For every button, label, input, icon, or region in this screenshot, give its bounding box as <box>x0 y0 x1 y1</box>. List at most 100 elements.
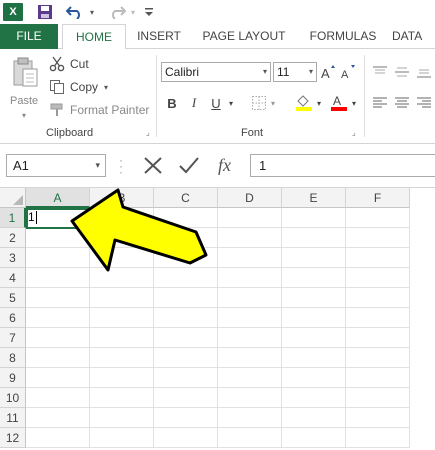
cell-f8[interactable] <box>346 348 410 368</box>
cell-d10[interactable] <box>218 388 282 408</box>
cell-d5[interactable] <box>218 288 282 308</box>
cell-a4[interactable] <box>26 268 90 288</box>
font-size-select[interactable]: 11 ▾ <box>273 62 317 82</box>
cell-c5[interactable] <box>154 288 218 308</box>
cell-f6[interactable] <box>346 308 410 328</box>
cell-a10[interactable] <box>26 388 90 408</box>
tab-file[interactable]: FILE <box>0 24 58 49</box>
align-bottom-icon[interactable] <box>416 63 432 81</box>
redo-icon[interactable] <box>106 3 128 21</box>
cell-b6[interactable] <box>90 308 154 328</box>
tab-insert[interactable]: INSERT <box>130 24 188 49</box>
font-name-select[interactable]: Calibri ▾ <box>161 62 271 82</box>
row-header-1[interactable]: 1 <box>0 208 26 228</box>
align-right-icon[interactable] <box>416 94 432 112</box>
cell-c11[interactable] <box>154 408 218 428</box>
customize-qat-icon[interactable] <box>143 3 155 21</box>
row-header-3[interactable]: 3 <box>0 248 26 268</box>
row-header-4[interactable]: 4 <box>0 268 26 288</box>
cell-e12[interactable] <box>282 428 346 448</box>
align-left-icon[interactable] <box>372 94 388 112</box>
row-header-10[interactable]: 10 <box>0 388 26 408</box>
cell-a6[interactable] <box>26 308 90 328</box>
insert-function-button[interactable]: fx <box>218 154 244 177</box>
paste-dropdown-icon[interactable]: ▾ <box>22 111 26 120</box>
cell-b2[interactable] <box>90 228 154 248</box>
cell-d1[interactable] <box>218 208 282 228</box>
cell-d2[interactable] <box>218 228 282 248</box>
undo-dropdown-icon[interactable]: ▾ <box>87 3 97 21</box>
cell-f9[interactable] <box>346 368 410 388</box>
cell-e8[interactable] <box>282 348 346 368</box>
column-header-b[interactable]: B <box>90 188 154 208</box>
confirm-entry-icon[interactable] <box>179 157 199 174</box>
borders-dropdown-icon[interactable]: ▾ <box>268 94 278 112</box>
cell-b9[interactable] <box>90 368 154 388</box>
column-header-c[interactable]: C <box>154 188 218 208</box>
font-color-dropdown-icon[interactable]: ▾ <box>349 94 359 112</box>
undo-icon[interactable] <box>64 3 86 21</box>
row-header-8[interactable]: 8 <box>0 348 26 368</box>
tab-formulas[interactable]: FORMULAS <box>303 24 383 49</box>
cell-a5[interactable] <box>26 288 90 308</box>
paste-button[interactable]: Paste ▾ <box>6 55 44 121</box>
cell-c2[interactable] <box>154 228 218 248</box>
formula-input[interactable]: 1 <box>250 154 435 177</box>
row-header-7[interactable]: 7 <box>0 328 26 348</box>
column-header-f[interactable]: F <box>346 188 410 208</box>
name-box[interactable]: A1 ▾ <box>6 154 106 177</box>
cell-d9[interactable] <box>218 368 282 388</box>
clipboard-launcher-icon[interactable]: ⌟ <box>146 129 154 137</box>
cell-c7[interactable] <box>154 328 218 348</box>
cell-a3[interactable] <box>26 248 90 268</box>
cell-f3[interactable] <box>346 248 410 268</box>
tab-data[interactable]: DATA <box>392 24 435 49</box>
font-color-icon[interactable]: A <box>330 93 348 111</box>
cell-c4[interactable] <box>154 268 218 288</box>
tab-page-layout[interactable]: PAGE LAYOUT <box>196 24 292 49</box>
cell-a8[interactable] <box>26 348 90 368</box>
cell-c3[interactable] <box>154 248 218 268</box>
cell-b11[interactable] <box>90 408 154 428</box>
cell-f1[interactable] <box>346 208 410 228</box>
cell-e5[interactable] <box>282 288 346 308</box>
cell-c10[interactable] <box>154 388 218 408</box>
cell-c1[interactable] <box>154 208 218 228</box>
underline-dropdown-icon[interactable]: ▾ <box>226 94 236 112</box>
borders-icon[interactable] <box>250 94 268 112</box>
bold-button[interactable]: B <box>165 94 179 112</box>
cell-f2[interactable] <box>346 228 410 248</box>
cut-button[interactable]: Cut <box>48 54 89 74</box>
fill-handle[interactable] <box>87 225 93 231</box>
cell-f5[interactable] <box>346 288 410 308</box>
cell-a9[interactable] <box>26 368 90 388</box>
cell-c12[interactable] <box>154 428 218 448</box>
cell-b5[interactable] <box>90 288 154 308</box>
cell-b4[interactable] <box>90 268 154 288</box>
formula-bar-grip-icon[interactable]: · · · <box>117 154 125 178</box>
row-header-2[interactable]: 2 <box>0 228 26 248</box>
cell-d7[interactable] <box>218 328 282 348</box>
cell-e10[interactable] <box>282 388 346 408</box>
cell-e11[interactable] <box>282 408 346 428</box>
cell-d4[interactable] <box>218 268 282 288</box>
tab-home[interactable]: HOME <box>62 24 126 50</box>
row-header-5[interactable]: 5 <box>0 288 26 308</box>
format-painter-button[interactable]: Format Painter <box>48 100 149 120</box>
cancel-entry-icon[interactable] <box>144 157 162 174</box>
increase-font-size-icon[interactable]: A <box>320 63 336 81</box>
cell-e9[interactable] <box>282 368 346 388</box>
column-header-a[interactable]: A <box>26 188 90 208</box>
italic-button[interactable]: I <box>187 94 201 112</box>
cell-e4[interactable] <box>282 268 346 288</box>
cell-f10[interactable] <box>346 388 410 408</box>
cell-b1[interactable] <box>90 208 154 228</box>
cell-a11[interactable] <box>26 408 90 428</box>
cell-d12[interactable] <box>218 428 282 448</box>
cell-a12[interactable] <box>26 428 90 448</box>
cell-b12[interactable] <box>90 428 154 448</box>
fill-color-dropdown-icon[interactable]: ▾ <box>314 94 324 112</box>
cell-d6[interactable] <box>218 308 282 328</box>
cell-f7[interactable] <box>346 328 410 348</box>
cell-b8[interactable] <box>90 348 154 368</box>
